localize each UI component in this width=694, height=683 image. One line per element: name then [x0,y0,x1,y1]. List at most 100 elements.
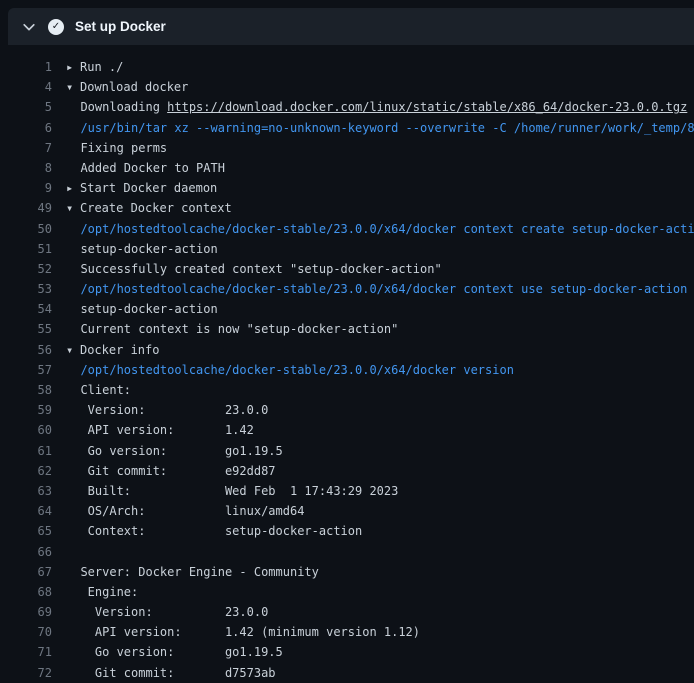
command-text-value: /opt/hostedtoolcache/docker-stable/23.0.… [80,363,513,377]
log-text: Current context is now "setup-docker-act… [66,319,694,339]
chevron-down-icon[interactable] [21,19,37,35]
command-text: /usr/bin/tar xz --warning=no-unknown-key… [66,118,694,138]
log-text-value: Go version: go1.19.5 [80,645,282,659]
group-title-text: Run ./ [80,60,123,74]
line-number[interactable]: 53 [0,279,52,299]
log-text-value: Version: 23.0.0 [80,403,268,417]
group-title-text: Docker info [80,343,159,357]
log-text: Go version: go1.19.5 [66,642,694,662]
line-number[interactable]: 55 [0,319,52,339]
log-line: 66 [0,542,694,562]
group-title: ▸Start Docker daemon [66,178,694,198]
line-number[interactable]: 5 [0,97,52,117]
log-text-value: OS/Arch: linux/amd64 [80,504,304,518]
group-expanded-icon[interactable]: ▾ [66,340,80,360]
group-title: ▸Run ./ [66,57,694,77]
command-text-value: /usr/bin/tar xz --warning=no-unknown-key… [80,121,694,135]
log-text-value: Version: 23.0.0 [80,605,268,619]
log-text [66,542,694,562]
log-text-value: Successfully created context "setup-dock… [80,262,441,276]
log-group-row[interactable]: 49 ▾Create Docker context [0,198,694,218]
group-title: ▾Download docker [66,77,694,97]
line-number[interactable]: 52 [0,259,52,279]
log-text-value: Go version: go1.19.5 [80,444,282,458]
log-line: 57 /opt/hostedtoolcache/docker-stable/23… [0,360,694,380]
log-line: 70 API version: 1.42 (minimum version 1.… [0,622,694,642]
line-number[interactable]: 65 [0,521,52,541]
line-number[interactable]: 71 [0,642,52,662]
group-title: ▾Create Docker context [66,198,694,218]
line-number[interactable]: 1 [0,57,52,77]
log-group-row[interactable]: 56 ▾Docker info [0,340,694,360]
log-line: 59 Version: 23.0.0 [0,400,694,420]
line-number[interactable]: 63 [0,481,52,501]
line-number[interactable]: 67 [0,562,52,582]
log-group-row[interactable]: 4 ▾Download docker [0,77,694,97]
line-number[interactable]: 7 [0,138,52,158]
line-number[interactable]: 72 [0,663,52,683]
log-text: setup-docker-action [66,239,694,259]
log-link[interactable]: https://download.docker.com/linux/static… [167,100,687,114]
group-collapsed-icon[interactable]: ▸ [66,178,80,198]
log-line: 7 Fixing perms [0,138,694,158]
line-number[interactable]: 59 [0,400,52,420]
log-container: 1▸Run ./4▾Download docker5 Downloading h… [0,45,694,683]
log-line: 5 Downloading https://download.docker.co… [0,97,694,117]
line-number[interactable]: 64 [0,501,52,521]
log-line: 68 Engine: [0,582,694,602]
group-expanded-icon[interactable]: ▾ [66,198,80,218]
group-expanded-icon[interactable]: ▾ [66,77,80,97]
command-text-value: /opt/hostedtoolcache/docker-stable/23.0.… [80,282,687,296]
log-text-value: Added Docker to PATH [80,161,225,175]
log-text-value: Server: Docker Engine - Community [80,565,318,579]
log-line: 52 Successfully created context "setup-d… [0,259,694,279]
log-text: Server: Docker Engine - Community [66,562,694,582]
line-number[interactable]: 9 [0,178,52,198]
log-line: 63 Built: Wed Feb 1 17:43:29 2023 [0,481,694,501]
line-number[interactable]: 50 [0,219,52,239]
log-text: Fixing perms [66,138,694,158]
line-number[interactable]: 62 [0,461,52,481]
log-line: 8 Added Docker to PATH [0,158,694,178]
log-text: OS/Arch: linux/amd64 [66,501,694,521]
log-text-value: Current context is now "setup-docker-act… [80,322,398,336]
line-number[interactable]: 54 [0,299,52,319]
line-number[interactable]: 68 [0,582,52,602]
log-text-value: Built: Wed Feb 1 17:43:29 2023 [80,484,398,498]
line-number[interactable]: 51 [0,239,52,259]
log-line: 50 /opt/hostedtoolcache/docker-stable/23… [0,219,694,239]
log-line: 67 Server: Docker Engine - Community [0,562,694,582]
line-number[interactable]: 70 [0,622,52,642]
log-line: 72 Git commit: d7573ab [0,663,694,683]
log-line: 61 Go version: go1.19.5 [0,441,694,461]
log-text: Added Docker to PATH [66,158,694,178]
log-group-row[interactable]: 9 ▸Start Docker daemon [0,178,694,198]
log-text: Downloading https://download.docker.com/… [66,97,694,117]
line-number[interactable]: 69 [0,602,52,622]
group-title-text: Download docker [80,80,188,94]
line-number[interactable]: 57 [0,360,52,380]
line-number[interactable]: 4 [0,77,52,97]
log-line: 65 Context: setup-docker-action [0,521,694,541]
log-text: setup-docker-action [66,299,694,319]
step-header[interactable]: ✓ Set up Docker [8,8,694,45]
line-number[interactable]: 49 [0,198,52,218]
line-number[interactable]: 56 [0,340,52,360]
group-title-text: Start Docker daemon [80,181,217,195]
log-text: API version: 1.42 [66,420,694,440]
log-text-value: Engine: [80,585,138,599]
line-number[interactable]: 60 [0,420,52,440]
log-group-row[interactable]: 1 ▸Run ./ [0,57,694,77]
line-number[interactable]: 66 [0,542,52,562]
log-text: Successfully created context "setup-dock… [66,259,694,279]
line-number[interactable]: 58 [0,380,52,400]
log-text: Engine: [66,582,694,602]
line-number[interactable]: 61 [0,441,52,461]
log-text: Go version: go1.19.5 [66,441,694,461]
log-line: 69 Version: 23.0.0 [0,602,694,622]
line-number[interactable]: 8 [0,158,52,178]
group-collapsed-icon[interactable]: ▸ [66,57,80,77]
log-text-value: setup-docker-action [80,302,217,316]
line-number[interactable]: 6 [0,118,52,138]
log-text-value: Git commit: d7573ab [80,666,275,680]
